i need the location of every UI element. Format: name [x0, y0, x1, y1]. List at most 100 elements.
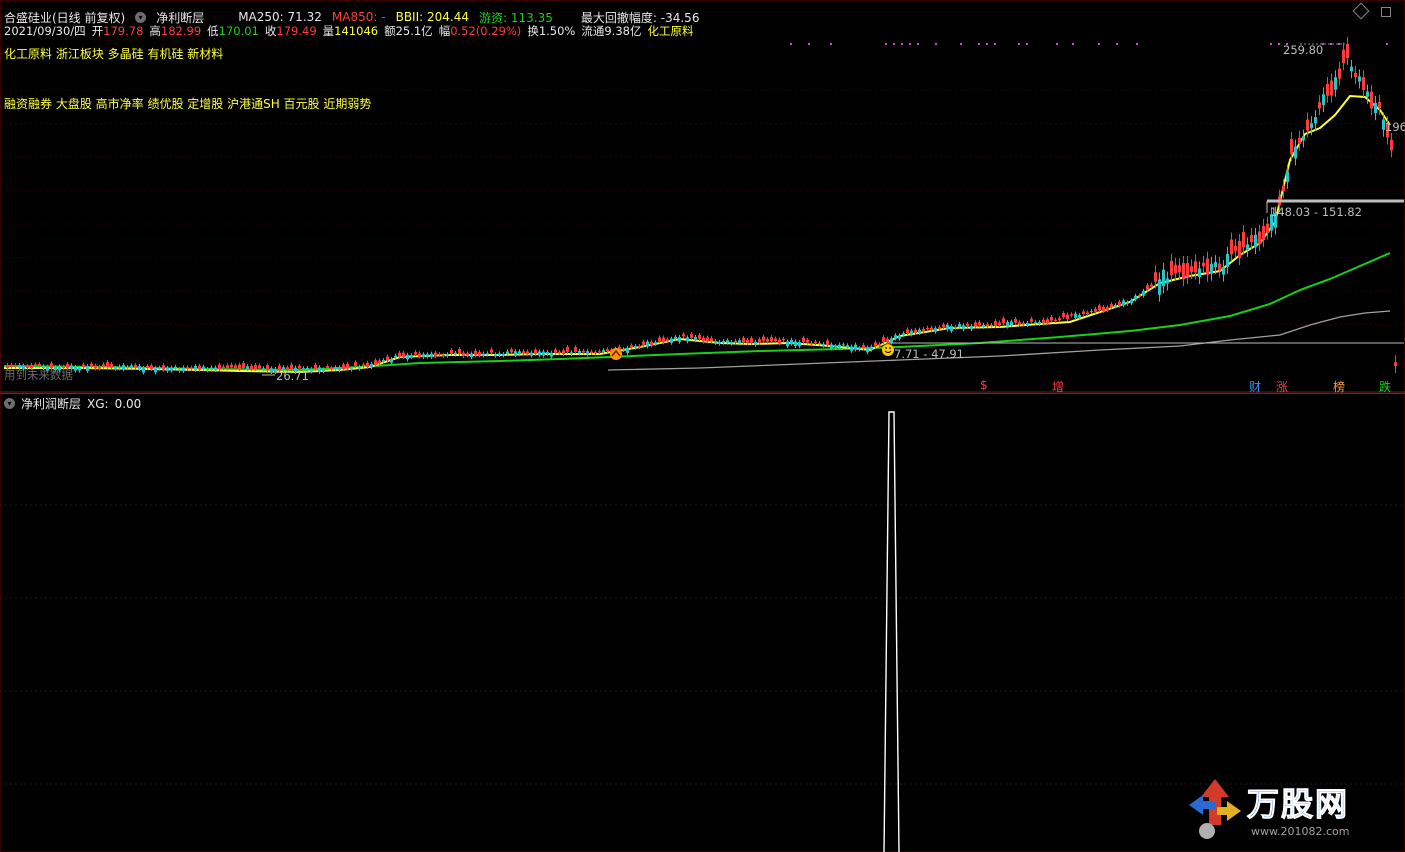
event-marker-placement[interactable]: 增: [1052, 378, 1064, 395]
chevron-down-icon[interactable]: ▾: [135, 11, 147, 23]
change-label: 幅: [438, 24, 451, 38]
candle-body: [726, 340, 729, 343]
candle-body: [634, 346, 637, 348]
candle-body: [1042, 319, 1045, 324]
candle-body: [1234, 245, 1237, 251]
candle-body: [1350, 66, 1353, 72]
candle-body: [1134, 295, 1137, 300]
candle-body: [550, 352, 553, 357]
event-marker-finance[interactable]: 财: [1249, 378, 1261, 395]
candle-body: [1266, 223, 1269, 233]
candle-body: [958, 323, 961, 327]
amount-label: 额: [384, 24, 396, 38]
candle-body: [986, 324, 989, 327]
candle-body: [750, 338, 753, 343]
stock-chart-canvas[interactable]: [0, 0, 1405, 852]
candle-body: [1078, 314, 1081, 318]
candle-body: [102, 364, 105, 367]
signal-dot: [909, 43, 911, 45]
candle-body: [226, 365, 229, 369]
candle-body: [798, 342, 801, 347]
candle-body: [886, 338, 889, 343]
candle-body: [818, 343, 821, 345]
signal-dot: [960, 43, 962, 45]
close-value: 179.49: [276, 24, 317, 38]
candle-body: [1010, 321, 1013, 326]
candle-body: [842, 344, 845, 346]
open-value: 179.78: [103, 24, 144, 38]
candle-body: [942, 324, 945, 328]
candle-body: [214, 367, 217, 371]
ma850-value: -: [381, 10, 386, 24]
candle-body: [1306, 119, 1309, 131]
chevron-down-icon[interactable]: ▾: [4, 398, 15, 409]
candle-body: [1130, 300, 1133, 304]
candle-body: [826, 340, 829, 346]
candle-body: [1106, 307, 1109, 311]
candle-body: [790, 339, 793, 344]
candle-body: [322, 369, 325, 372]
candle-body: [1186, 263, 1189, 277]
candle-body: [930, 327, 933, 331]
ma850-group: MA850: -: [332, 10, 386, 24]
event-marker-list[interactable]: 榜: [1333, 378, 1345, 395]
candle-body: [222, 366, 225, 369]
candle-body: [918, 329, 921, 333]
candle-body: [442, 354, 445, 356]
signal-dot: [1018, 43, 1020, 45]
candle-body: [1370, 91, 1373, 109]
event-marker-dividend[interactable]: $: [980, 378, 988, 392]
candle-body: [118, 366, 121, 369]
candle-body: [638, 346, 641, 348]
candle-body: [430, 353, 433, 357]
candle-body: [386, 356, 389, 361]
signal-dot: [917, 43, 919, 45]
candle-body: [218, 364, 221, 370]
maximize-icon[interactable]: [1380, 7, 1391, 17]
candle-body: [554, 349, 557, 353]
signal-dot: [1098, 43, 1100, 45]
candle-body: [1002, 318, 1005, 324]
candle-body: [94, 365, 97, 369]
bbi-value: 204.44: [427, 10, 470, 24]
watermark-url: www.201082.com: [1251, 825, 1350, 838]
candle-body: [1314, 117, 1317, 124]
candle-body: [378, 360, 381, 363]
candle-body: [38, 364, 41, 366]
event-marker-fall[interactable]: 跌: [1379, 378, 1391, 395]
candle-body: [782, 338, 785, 341]
candle-body: [190, 367, 193, 369]
candle-body: [1022, 322, 1025, 325]
signal-dot: [1270, 43, 1272, 45]
candle-body: [586, 351, 589, 355]
candle-body: [970, 326, 973, 330]
signal-dot: [1116, 43, 1118, 45]
candle-body: [230, 364, 233, 368]
sub-panel-title[interactable]: 净利润断层: [21, 395, 81, 412]
candle-body: [106, 362, 109, 367]
candle-body: [1354, 72, 1357, 78]
candle-body: [1262, 225, 1265, 241]
candle-body: [962, 325, 965, 330]
concept-tags-1: 化工原料 浙江板块 多晶硅 有机硅 新材料: [4, 47, 224, 61]
candle-body: [1162, 269, 1165, 287]
candle-body: [1330, 80, 1333, 96]
candle-body: [1210, 263, 1213, 274]
candle-body: [822, 344, 825, 346]
candle-body: [174, 366, 177, 369]
candle-body: [1082, 311, 1085, 315]
candle-body: [830, 344, 833, 349]
diamond-icon[interactable]: [1352, 2, 1370, 20]
event-marker-rise[interactable]: 涨: [1276, 378, 1288, 395]
candle-body: [526, 351, 529, 355]
candle-body: [1346, 43, 1349, 59]
candle-body: [1378, 102, 1381, 109]
candle-body: [422, 354, 425, 358]
candle-body: [1390, 139, 1393, 151]
signal-dot: [978, 43, 980, 45]
candle-body: [810, 343, 813, 345]
candle-body: [1326, 84, 1329, 96]
candle-body: [1054, 319, 1057, 321]
candle-body: [514, 351, 517, 355]
candle-body: [114, 367, 117, 369]
